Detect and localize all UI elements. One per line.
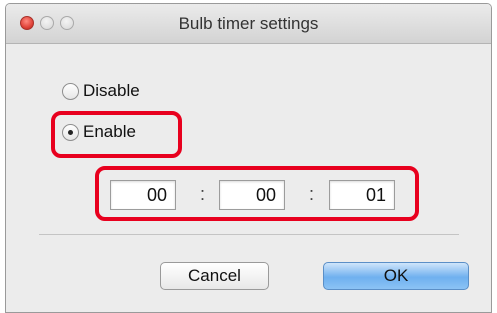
title-bar: Bulb timer settings: [6, 4, 491, 44]
disable-label: Disable: [83, 81, 140, 100]
enable-highlight-box: [51, 111, 182, 158]
timer-highlight-box: [95, 166, 419, 221]
bulb-timer-dialog: Bulb timer settings Disable Enable 00 : …: [5, 3, 492, 313]
ok-button[interactable]: OK: [323, 262, 469, 290]
divider: [39, 234, 459, 235]
disable-radio-button[interactable]: [62, 82, 79, 100]
disable-radio-option[interactable]: Disable: [62, 81, 140, 101]
window-title: Bulb timer settings: [178, 14, 319, 33]
cancel-button[interactable]: Cancel: [160, 262, 269, 290]
